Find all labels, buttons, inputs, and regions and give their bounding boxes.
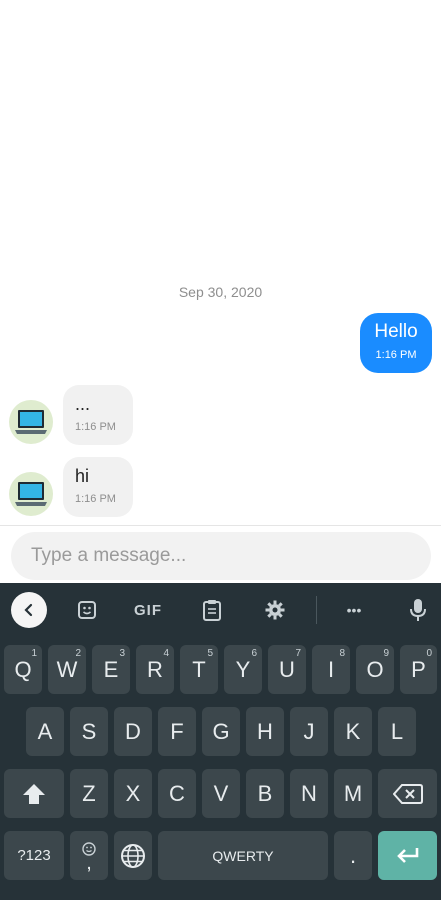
more-button[interactable]: ••• bbox=[337, 592, 371, 628]
key-k[interactable]: K bbox=[334, 707, 372, 756]
settings-button[interactable] bbox=[261, 592, 289, 628]
composer-divider bbox=[0, 525, 441, 526]
message-time: 1:16 PM bbox=[375, 349, 417, 361]
keyboard-toolbar: GIF ••• bbox=[0, 583, 441, 638]
laptop-icon bbox=[15, 410, 47, 434]
key-v[interactable]: V bbox=[202, 769, 240, 818]
incoming-message[interactable]: ... 1:16 PM bbox=[63, 385, 133, 445]
key-l[interactable]: L bbox=[378, 707, 416, 756]
backspace-key[interactable] bbox=[378, 769, 437, 818]
key-a[interactable]: A bbox=[26, 707, 64, 756]
message-composer[interactable] bbox=[11, 532, 431, 580]
message-time: 1:16 PM bbox=[75, 421, 116, 433]
comma-key[interactable]: , bbox=[70, 831, 108, 880]
key-e[interactable]: E3 bbox=[92, 645, 130, 694]
message-input[interactable] bbox=[29, 544, 413, 568]
key-b[interactable]: B bbox=[246, 769, 284, 818]
enter-arrow-icon bbox=[396, 847, 418, 863]
keyboard: GIF ••• Q1 W2 E3 R4 T5 Y6 U7 I8 O9 P0 A … bbox=[0, 583, 441, 900]
key-u[interactable]: U7 bbox=[268, 645, 306, 694]
space-bar[interactable]: QWERTY bbox=[158, 831, 328, 880]
key-c[interactable]: C bbox=[158, 769, 196, 818]
avatar[interactable] bbox=[9, 472, 53, 516]
chevron-left-icon bbox=[24, 603, 33, 617]
key-f[interactable]: F bbox=[158, 707, 196, 756]
back-button[interactable] bbox=[11, 592, 47, 628]
key-w[interactable]: W2 bbox=[48, 645, 86, 694]
message-text: ... bbox=[75, 394, 91, 414]
voice-input-button[interactable] bbox=[404, 592, 432, 628]
backspace-icon bbox=[392, 783, 423, 804]
message-time: 1:16 PM bbox=[75, 493, 116, 505]
laptop-icon bbox=[15, 482, 47, 506]
avatar[interactable] bbox=[9, 400, 53, 444]
key-n[interactable]: N bbox=[290, 769, 328, 818]
enter-key[interactable] bbox=[378, 831, 437, 880]
toolbar-separator bbox=[316, 596, 317, 624]
date-separator: Sep 30, 2020 bbox=[178, 284, 263, 300]
globe-icon bbox=[121, 843, 145, 868]
key-t[interactable]: T5 bbox=[180, 645, 218, 694]
shift-arrow-icon bbox=[23, 783, 45, 804]
microphone-icon bbox=[410, 599, 426, 621]
key-d[interactable]: D bbox=[114, 707, 152, 756]
message-text: Hello bbox=[374, 321, 418, 342]
gif-button[interactable]: GIF bbox=[128, 592, 168, 628]
sticker-button[interactable] bbox=[73, 592, 101, 628]
key-i[interactable]: I8 bbox=[312, 645, 350, 694]
clipboard-button[interactable] bbox=[198, 592, 226, 628]
key-p[interactable]: P0 bbox=[400, 645, 437, 694]
incoming-message[interactable]: hi 1:16 PM bbox=[63, 457, 133, 517]
key-y[interactable]: Y6 bbox=[224, 645, 262, 694]
key-z[interactable]: Z bbox=[70, 769, 108, 818]
key-j[interactable]: J bbox=[290, 707, 328, 756]
key-g[interactable]: G bbox=[202, 707, 240, 756]
chat-area: Sep 30, 2020 Hello 1:16 PM ... 1:16 PM h… bbox=[0, 0, 441, 525]
gear-icon bbox=[265, 600, 285, 620]
key-r[interactable]: R4 bbox=[136, 645, 174, 694]
message-text: hi bbox=[75, 466, 90, 486]
clipboard-icon bbox=[203, 600, 221, 621]
outgoing-message[interactable]: Hello 1:16 PM bbox=[360, 313, 432, 373]
key-m[interactable]: M bbox=[334, 769, 372, 818]
language-key[interactable] bbox=[114, 831, 152, 880]
key-o[interactable]: O9 bbox=[356, 645, 394, 694]
symbols-key[interactable]: ?123 bbox=[4, 831, 64, 880]
key-x[interactable]: X bbox=[114, 769, 152, 818]
key-s[interactable]: S bbox=[70, 707, 108, 756]
key-h[interactable]: H bbox=[246, 707, 284, 756]
key-q[interactable]: Q1 bbox=[4, 645, 42, 694]
sticker-icon bbox=[78, 601, 96, 619]
shift-key[interactable] bbox=[4, 769, 64, 818]
period-key[interactable]: . bbox=[334, 831, 372, 880]
